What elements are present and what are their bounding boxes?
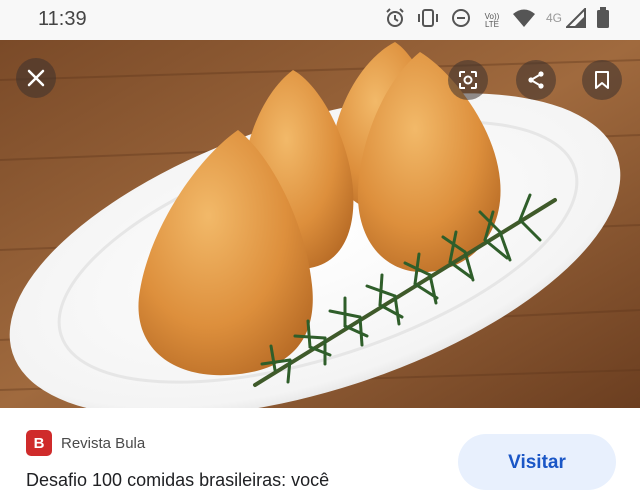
visit-button[interactable]: Visitar xyxy=(458,434,616,490)
vibrate-icon xyxy=(416,7,440,34)
wifi-icon xyxy=(512,8,536,33)
share-icon xyxy=(528,71,544,89)
source-favicon: B xyxy=(26,430,52,456)
lens-search-icon xyxy=(459,71,477,89)
result-title[interactable]: Desafio 100 comidas brasileiras: você xyxy=(26,470,329,491)
bookmark-icon xyxy=(595,71,609,89)
source-name: Revista Bula xyxy=(61,434,146,452)
do-not-disturb-icon xyxy=(450,7,472,34)
status-time: 11:39 xyxy=(38,8,87,30)
status-icons: Vo)) LTE 4G xyxy=(384,6,610,34)
status-bar: 11:39 Vo)) LTE 4G xyxy=(0,0,640,40)
cellular-signal-icon xyxy=(564,6,586,33)
share-button[interactable] xyxy=(516,60,556,100)
network-type: 4G xyxy=(545,10,562,25)
volte-icon: Vo)) LTE xyxy=(482,12,502,29)
volte-bottom: LTE xyxy=(484,19,500,29)
image-viewer[interactable] xyxy=(0,40,640,408)
source-row[interactable]: B Revista Bula xyxy=(26,430,145,456)
close-icon xyxy=(27,69,45,87)
bookmark-button[interactable] xyxy=(582,60,622,100)
battery-icon xyxy=(596,7,610,34)
lens-search-button[interactable] xyxy=(448,60,488,100)
close-button[interactable] xyxy=(16,58,56,98)
alarm-icon xyxy=(384,7,406,34)
